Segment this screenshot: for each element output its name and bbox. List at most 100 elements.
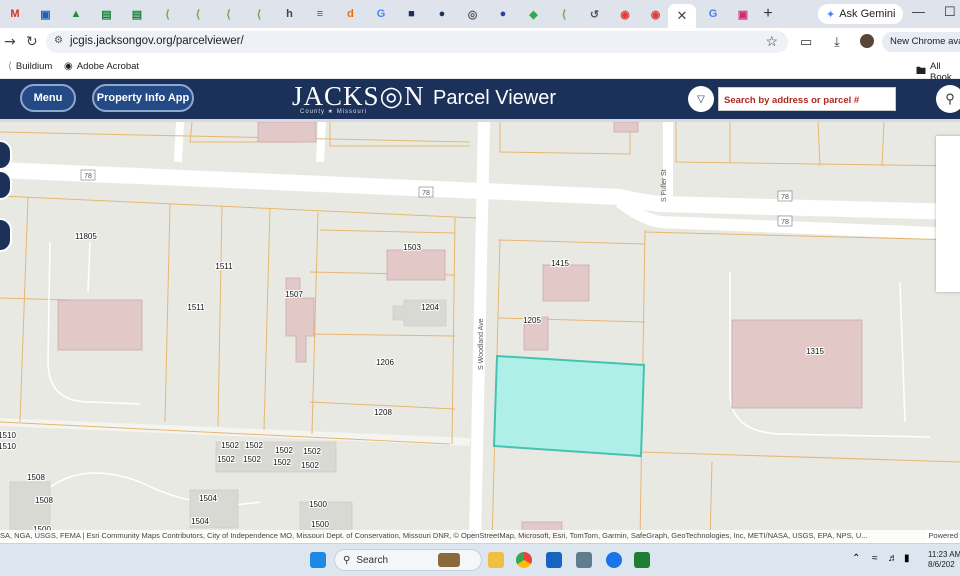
parcel-number-label[interactable]: 1204: [420, 302, 440, 313]
parcel-number-label[interactable]: 1502: [242, 454, 262, 465]
parcel-search-input[interactable]: [719, 88, 896, 112]
buildium-icon: ⟨: [195, 8, 201, 21]
forward-icon[interactable]: →: [4, 34, 16, 50]
property-info-app-button[interactable]: Property Info App: [92, 84, 194, 112]
app-icon[interactable]: [606, 552, 622, 568]
route-shield-label: 78: [781, 194, 789, 201]
reload-icon[interactable]: ↻: [26, 34, 38, 50]
battery-icon[interactable]: ▮: [904, 553, 910, 564]
browser-tab[interactable]: d: [338, 4, 364, 24]
chevron-up-icon[interactable]: ⌃: [852, 553, 860, 564]
parcel-number-label[interactable]: 1503: [402, 242, 422, 253]
browser-tab[interactable]: M: [2, 4, 28, 24]
parcel-number-label[interactable]: 1508: [34, 495, 54, 506]
browser-tab[interactable]: ≡: [307, 4, 333, 24]
tab-icon: ◉: [650, 8, 661, 21]
minimize-icon[interactable]: —: [912, 4, 925, 19]
calculator-icon[interactable]: [576, 552, 592, 568]
parcel-number-label[interactable]: 1315: [805, 346, 825, 357]
parcel-search-box[interactable]: [718, 87, 896, 112]
browser-tab[interactable]: ●: [490, 4, 516, 24]
browser-tab[interactable]: ◎: [460, 4, 486, 24]
parcel-number-label[interactable]: 1507: [284, 289, 304, 300]
parcel-number-label[interactable]: 1205: [522, 315, 542, 326]
extensions-icon[interactable]: ▭: [800, 34, 812, 50]
parcel-number-label[interactable]: 1508: [26, 472, 46, 483]
browser-tab[interactable]: ◉: [612, 4, 638, 24]
ask-gemini-button[interactable]: ✦ Ask Gemini: [818, 4, 904, 24]
browser-tab[interactable]: ⟨: [551, 4, 577, 24]
close-tab-icon[interactable]: ✕: [677, 9, 688, 24]
browser-tab[interactable]: ⟨: [216, 4, 242, 24]
map-canvas[interactable]: 78787878 S Woodland Ave S Fuller St Ave …: [0, 122, 960, 542]
taskbar-search[interactable]: ⚲ Search: [334, 549, 482, 571]
browser-tab[interactable]: ◉: [643, 4, 669, 24]
parcel-number-label[interactable]: 1510: [0, 441, 17, 452]
parcel-number-label[interactable]: 1502: [302, 446, 322, 457]
tab-icon: h: [286, 8, 293, 20]
browser-tab[interactable]: ▣: [730, 4, 756, 24]
search-button[interactable]: ⚲: [936, 85, 960, 113]
new-tab-button[interactable]: +: [758, 4, 778, 24]
browser-tab[interactable]: G: [700, 4, 726, 24]
parcel-map[interactable]: 78787878 S Woodland Ave S Fuller St Ave …: [0, 122, 960, 542]
chrome-icon[interactable]: [516, 552, 532, 568]
browser-tab[interactable]: G: [368, 4, 394, 24]
browser-tab[interactable]: ▤: [94, 4, 120, 24]
parcel-number-label[interactable]: 1504: [198, 493, 218, 504]
windows-taskbar: ⚲ Search ⌃ ≈ ♬ ▮ 11:23 AM 8/6/202: [0, 543, 960, 576]
parcel-number-label[interactable]: 1511: [186, 302, 206, 313]
parcel-number-label[interactable]: 1206: [375, 357, 395, 368]
browser-tab[interactable]: ◆: [521, 4, 547, 24]
new-chrome-available-button[interactable]: New Chrome availa: [882, 32, 960, 52]
parcel-number-label[interactable]: 1502: [244, 440, 264, 451]
excel-icon[interactable]: [634, 552, 650, 568]
sheets-icon: ▤: [101, 8, 112, 21]
active-browser-tab[interactable]: ✕: [668, 4, 696, 28]
profile-avatar[interactable]: [860, 34, 874, 48]
browser-tab[interactable]: ⟨: [185, 4, 211, 24]
bookmark-adobe-acrobat[interactable]: ◉ Adobe Acrobat: [64, 61, 139, 72]
system-clock[interactable]: 11:23 AM 8/6/202: [928, 550, 960, 570]
parcel-number-label[interactable]: 1500: [308, 499, 328, 510]
url-text[interactable]: jcgis.jacksongov.org/parcelviewer/: [70, 35, 244, 47]
parcel-number-label[interactable]: 1504: [190, 516, 210, 527]
parcel-number-label[interactable]: 1415: [550, 258, 570, 269]
file-explorer-icon[interactable]: [488, 552, 504, 568]
browser-tab[interactable]: ⟨: [155, 4, 181, 24]
browser-tab[interactable]: ●: [429, 4, 455, 24]
powered-by[interactable]: Powered: [926, 530, 960, 542]
browser-tab[interactable]: ▲: [63, 4, 89, 24]
browser-tab[interactable]: ▤: [124, 4, 150, 24]
parcel-number-label[interactable]: 11805: [74, 231, 98, 242]
browser-tab[interactable]: ↺: [582, 4, 608, 24]
taskbar-search-label: Search: [356, 554, 389, 566]
search-source-dropdown[interactable]: ▽: [688, 86, 714, 112]
parcel-number-label[interactable]: 1502: [272, 457, 292, 468]
wifi-icon[interactable]: ≈: [872, 553, 878, 564]
parcel-number-label[interactable]: 1510: [0, 430, 17, 441]
maximize-icon[interactable]: ☐: [944, 4, 956, 20]
browser-tab[interactable]: ⟨: [246, 4, 272, 24]
browser-tab[interactable]: ▣: [33, 4, 59, 24]
parcel-number-label[interactable]: 1500: [310, 519, 330, 530]
site-info-icon[interactable]: ⚙: [54, 35, 63, 46]
omnibox[interactable]: ⚙ jcgis.jacksongov.org/parcelviewer/ ☆: [46, 31, 788, 53]
bookmark-buildium[interactable]: ⟨ Buildium: [8, 61, 52, 72]
browser-tab[interactable]: h: [277, 4, 303, 24]
word-icon[interactable]: [546, 552, 562, 568]
parcel-number-label[interactable]: 1502: [300, 460, 320, 471]
bookmark-star-icon[interactable]: ☆: [765, 33, 778, 50]
parcel-number-label[interactable]: 1502: [220, 440, 240, 451]
browser-tab[interactable]: ■: [399, 4, 425, 24]
parcel-number-label[interactable]: 1208: [373, 407, 393, 418]
sheets-icon: ▤: [131, 8, 143, 21]
parcel-number-label[interactable]: 1511: [214, 261, 234, 272]
windows-start-icon[interactable]: [310, 552, 326, 568]
menu-button[interactable]: Menu: [20, 84, 76, 112]
volume-icon[interactable]: ♬: [888, 553, 898, 564]
address-toolbar: → ↻ ⚙ jcgis.jacksongov.org/parcelviewer/…: [0, 28, 960, 56]
parcel-number-label[interactable]: 1502: [216, 454, 236, 465]
parcel-number-label[interactable]: 1502: [274, 445, 294, 456]
download-icon[interactable]: ⤓: [834, 34, 840, 50]
